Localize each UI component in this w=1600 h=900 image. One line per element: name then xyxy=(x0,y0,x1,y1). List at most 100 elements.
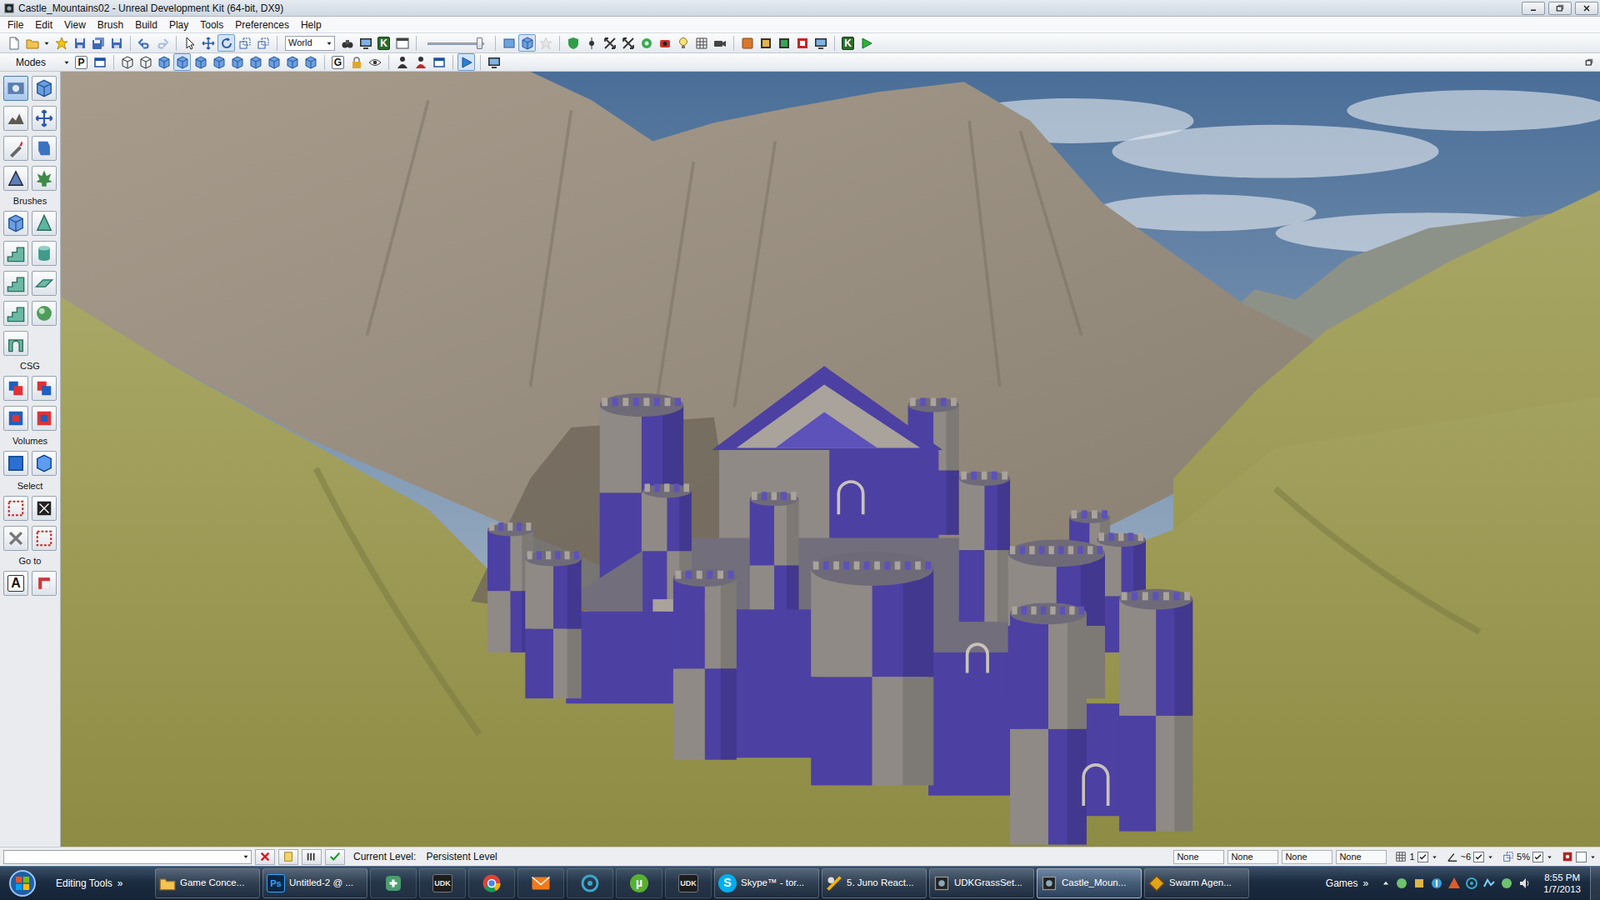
taskbar-pinned-app[interactable] xyxy=(468,868,515,899)
sidebar-button[interactable] xyxy=(3,240,29,266)
toolbar-button[interactable] xyxy=(674,34,692,52)
toolbar-button[interactable] xyxy=(356,34,375,52)
toolbar-button[interactable] xyxy=(180,34,199,52)
menu-item[interactable]: Help xyxy=(295,17,328,33)
toolbar-button[interactable] xyxy=(347,53,365,71)
level-tool-button[interactable] xyxy=(301,849,322,865)
sidebar-button[interactable] xyxy=(31,75,57,101)
sidebar-button[interactable] xyxy=(3,375,29,401)
tray-item[interactable] xyxy=(1500,876,1514,890)
level-tool-button[interactable] xyxy=(325,849,345,865)
sidebar-button[interactable] xyxy=(31,105,57,131)
toolbar-button[interactable] xyxy=(365,53,384,71)
toolbar-button[interactable]: P xyxy=(72,53,90,71)
toolbar-button[interactable]: G xyxy=(329,53,347,71)
toolbar-button[interactable] xyxy=(199,34,217,52)
toolbar-button[interactable] xyxy=(23,34,41,52)
taskbar-pinned-app[interactable] xyxy=(370,868,417,899)
toolbar-button[interactable] xyxy=(600,34,619,52)
tray-item[interactable] xyxy=(1465,876,1479,890)
show-hidden-icons-button[interactable] xyxy=(1380,878,1391,889)
toolbar-button[interactable] xyxy=(775,34,793,52)
toolbar-button[interactable] xyxy=(136,53,155,71)
toolbar-chevron[interactable]: » xyxy=(117,875,124,891)
coordinate-system-dropdown[interactable]: World xyxy=(285,35,335,51)
toolbar-button[interactable]: K xyxy=(375,34,393,52)
level-dropdown[interactable] xyxy=(3,850,252,865)
sidebar-button[interactable] xyxy=(31,270,57,296)
tray-item[interactable] xyxy=(1517,876,1531,890)
slider-thumb[interactable] xyxy=(476,37,483,50)
close-button[interactable] xyxy=(1575,1,1599,15)
minimize-button[interactable] xyxy=(1521,1,1545,15)
toolbar-button[interactable] xyxy=(500,34,518,52)
toolbar-button[interactable] xyxy=(393,34,411,52)
toolbar-button[interactable] xyxy=(393,53,411,71)
toolbar-button[interactable] xyxy=(536,34,555,52)
menu-item[interactable]: Brush xyxy=(91,17,130,33)
toolbar-button[interactable] xyxy=(173,53,191,71)
toolbar-button[interactable] xyxy=(107,34,125,52)
menu-item[interactable]: Edit xyxy=(29,17,59,33)
toolbar-button[interactable] xyxy=(265,53,283,71)
snap-checkbox[interactable] xyxy=(1575,851,1587,863)
toolbar-button[interactable] xyxy=(5,34,23,52)
menu-item[interactable]: Play xyxy=(163,17,195,33)
toolbar-button[interactable] xyxy=(411,53,430,71)
toolbar-button[interactable] xyxy=(254,34,272,52)
show-desktop-button[interactable] xyxy=(1590,866,1600,900)
games-toolbar[interactable]: Games» xyxy=(1319,875,1375,891)
sidebar-button[interactable] xyxy=(31,405,57,431)
menu-item[interactable]: Build xyxy=(129,17,164,33)
clock[interactable]: 8:55 PM1/7/2013 xyxy=(1536,871,1588,895)
taskbar-button[interactable]: SSkype™ - tor... xyxy=(714,868,820,899)
toolbar-button[interactable] xyxy=(738,34,756,52)
toolbar-button[interactable] xyxy=(90,53,109,71)
toolbar-button[interactable] xyxy=(756,34,775,52)
sidebar-button[interactable] xyxy=(3,450,29,476)
toolbar-button[interactable] xyxy=(710,34,729,52)
sidebar-button[interactable] xyxy=(3,135,29,161)
tray-item[interactable] xyxy=(1395,876,1409,890)
menu-item[interactable]: File xyxy=(1,17,30,33)
toolbar-button[interactable] xyxy=(153,34,171,52)
sidebar-button[interactable] xyxy=(3,300,29,326)
toolbar-button[interactable] xyxy=(283,53,301,71)
sidebar-button[interactable] xyxy=(3,165,29,191)
taskbar-button[interactable]: 5. Juno React... xyxy=(821,868,927,899)
toolbar-button[interactable] xyxy=(518,34,536,52)
toolbar-button[interactable] xyxy=(338,34,356,52)
toolbar-button[interactable] xyxy=(155,53,173,71)
start-button[interactable] xyxy=(1,867,44,900)
sidebar-button[interactable] xyxy=(31,495,57,521)
sidebar-button[interactable] xyxy=(3,75,29,101)
toolbar-button[interactable] xyxy=(692,34,710,52)
sidebar-button[interactable] xyxy=(31,570,57,596)
sidebar-button[interactable] xyxy=(31,375,57,401)
dropdown-button[interactable] xyxy=(61,53,72,71)
sidebar-button[interactable] xyxy=(31,240,57,266)
toolbar-button[interactable]: K xyxy=(839,34,857,52)
sidebar-button[interactable] xyxy=(3,105,29,131)
toolbar-button[interactable] xyxy=(118,53,136,71)
taskbar-button[interactable]: Swarm Agen... xyxy=(1144,868,1250,899)
toolbar-button[interactable] xyxy=(457,53,475,71)
tray-item[interactable] xyxy=(1412,876,1426,890)
toolbar-button[interactable] xyxy=(811,34,830,52)
toolbar-button[interactable] xyxy=(564,34,582,52)
sidebar-button[interactable] xyxy=(31,165,57,191)
taskbar-button[interactable]: Game Conce... xyxy=(155,868,260,899)
sidebar-button[interactable] xyxy=(31,450,57,476)
toolbar-button[interactable] xyxy=(191,53,210,71)
sidebar-button[interactable] xyxy=(3,405,29,431)
taskbar-button[interactable]: PsUntitled-2 @ ... xyxy=(262,868,368,899)
sidebar-button[interactable] xyxy=(3,525,29,551)
sidebar-button[interactable] xyxy=(3,495,29,521)
menu-item[interactable]: View xyxy=(58,17,92,33)
snap-checkbox[interactable] xyxy=(1532,851,1544,863)
toolbar-button[interactable] xyxy=(619,34,637,52)
sidebar-button[interactable]: A xyxy=(3,570,29,596)
toolbar-button[interactable] xyxy=(857,34,875,52)
menu-item[interactable]: Tools xyxy=(194,17,230,33)
level-tool-button[interactable] xyxy=(255,849,275,865)
